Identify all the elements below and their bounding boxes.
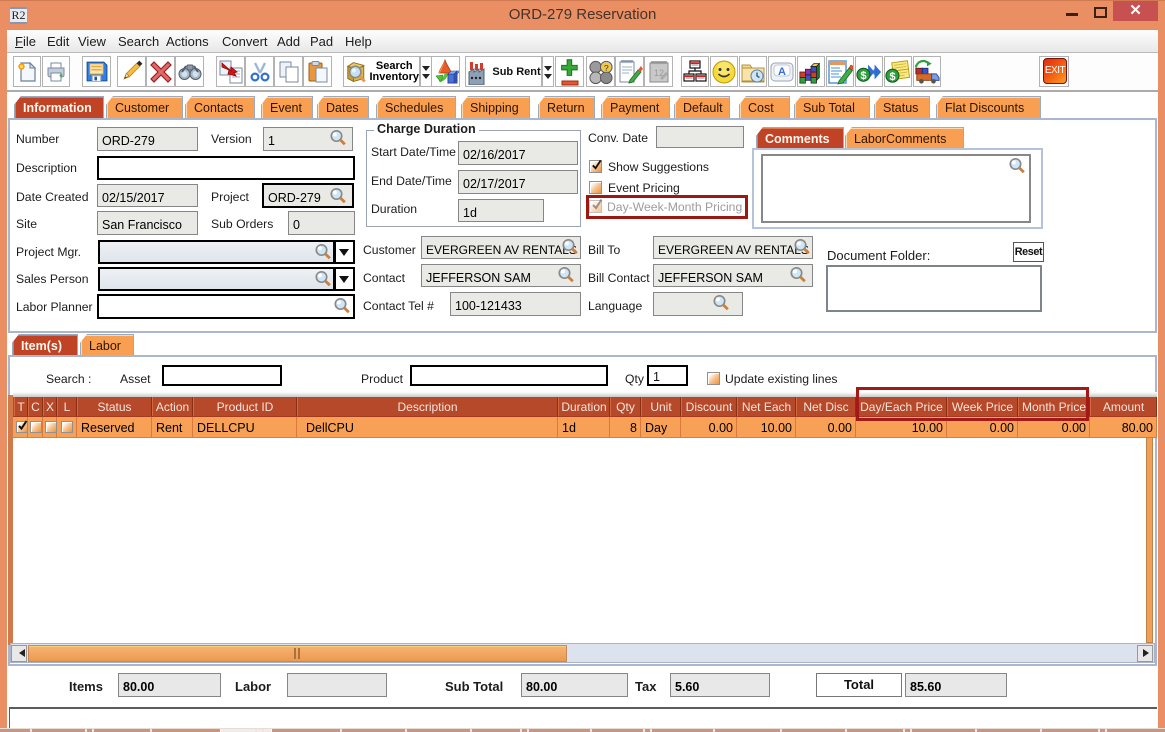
- svg-text:?: ?: [604, 63, 609, 73]
- svg-text:$: $: [860, 69, 867, 81]
- svg-text:$: $: [889, 70, 896, 82]
- svg-text:A: A: [778, 66, 786, 78]
